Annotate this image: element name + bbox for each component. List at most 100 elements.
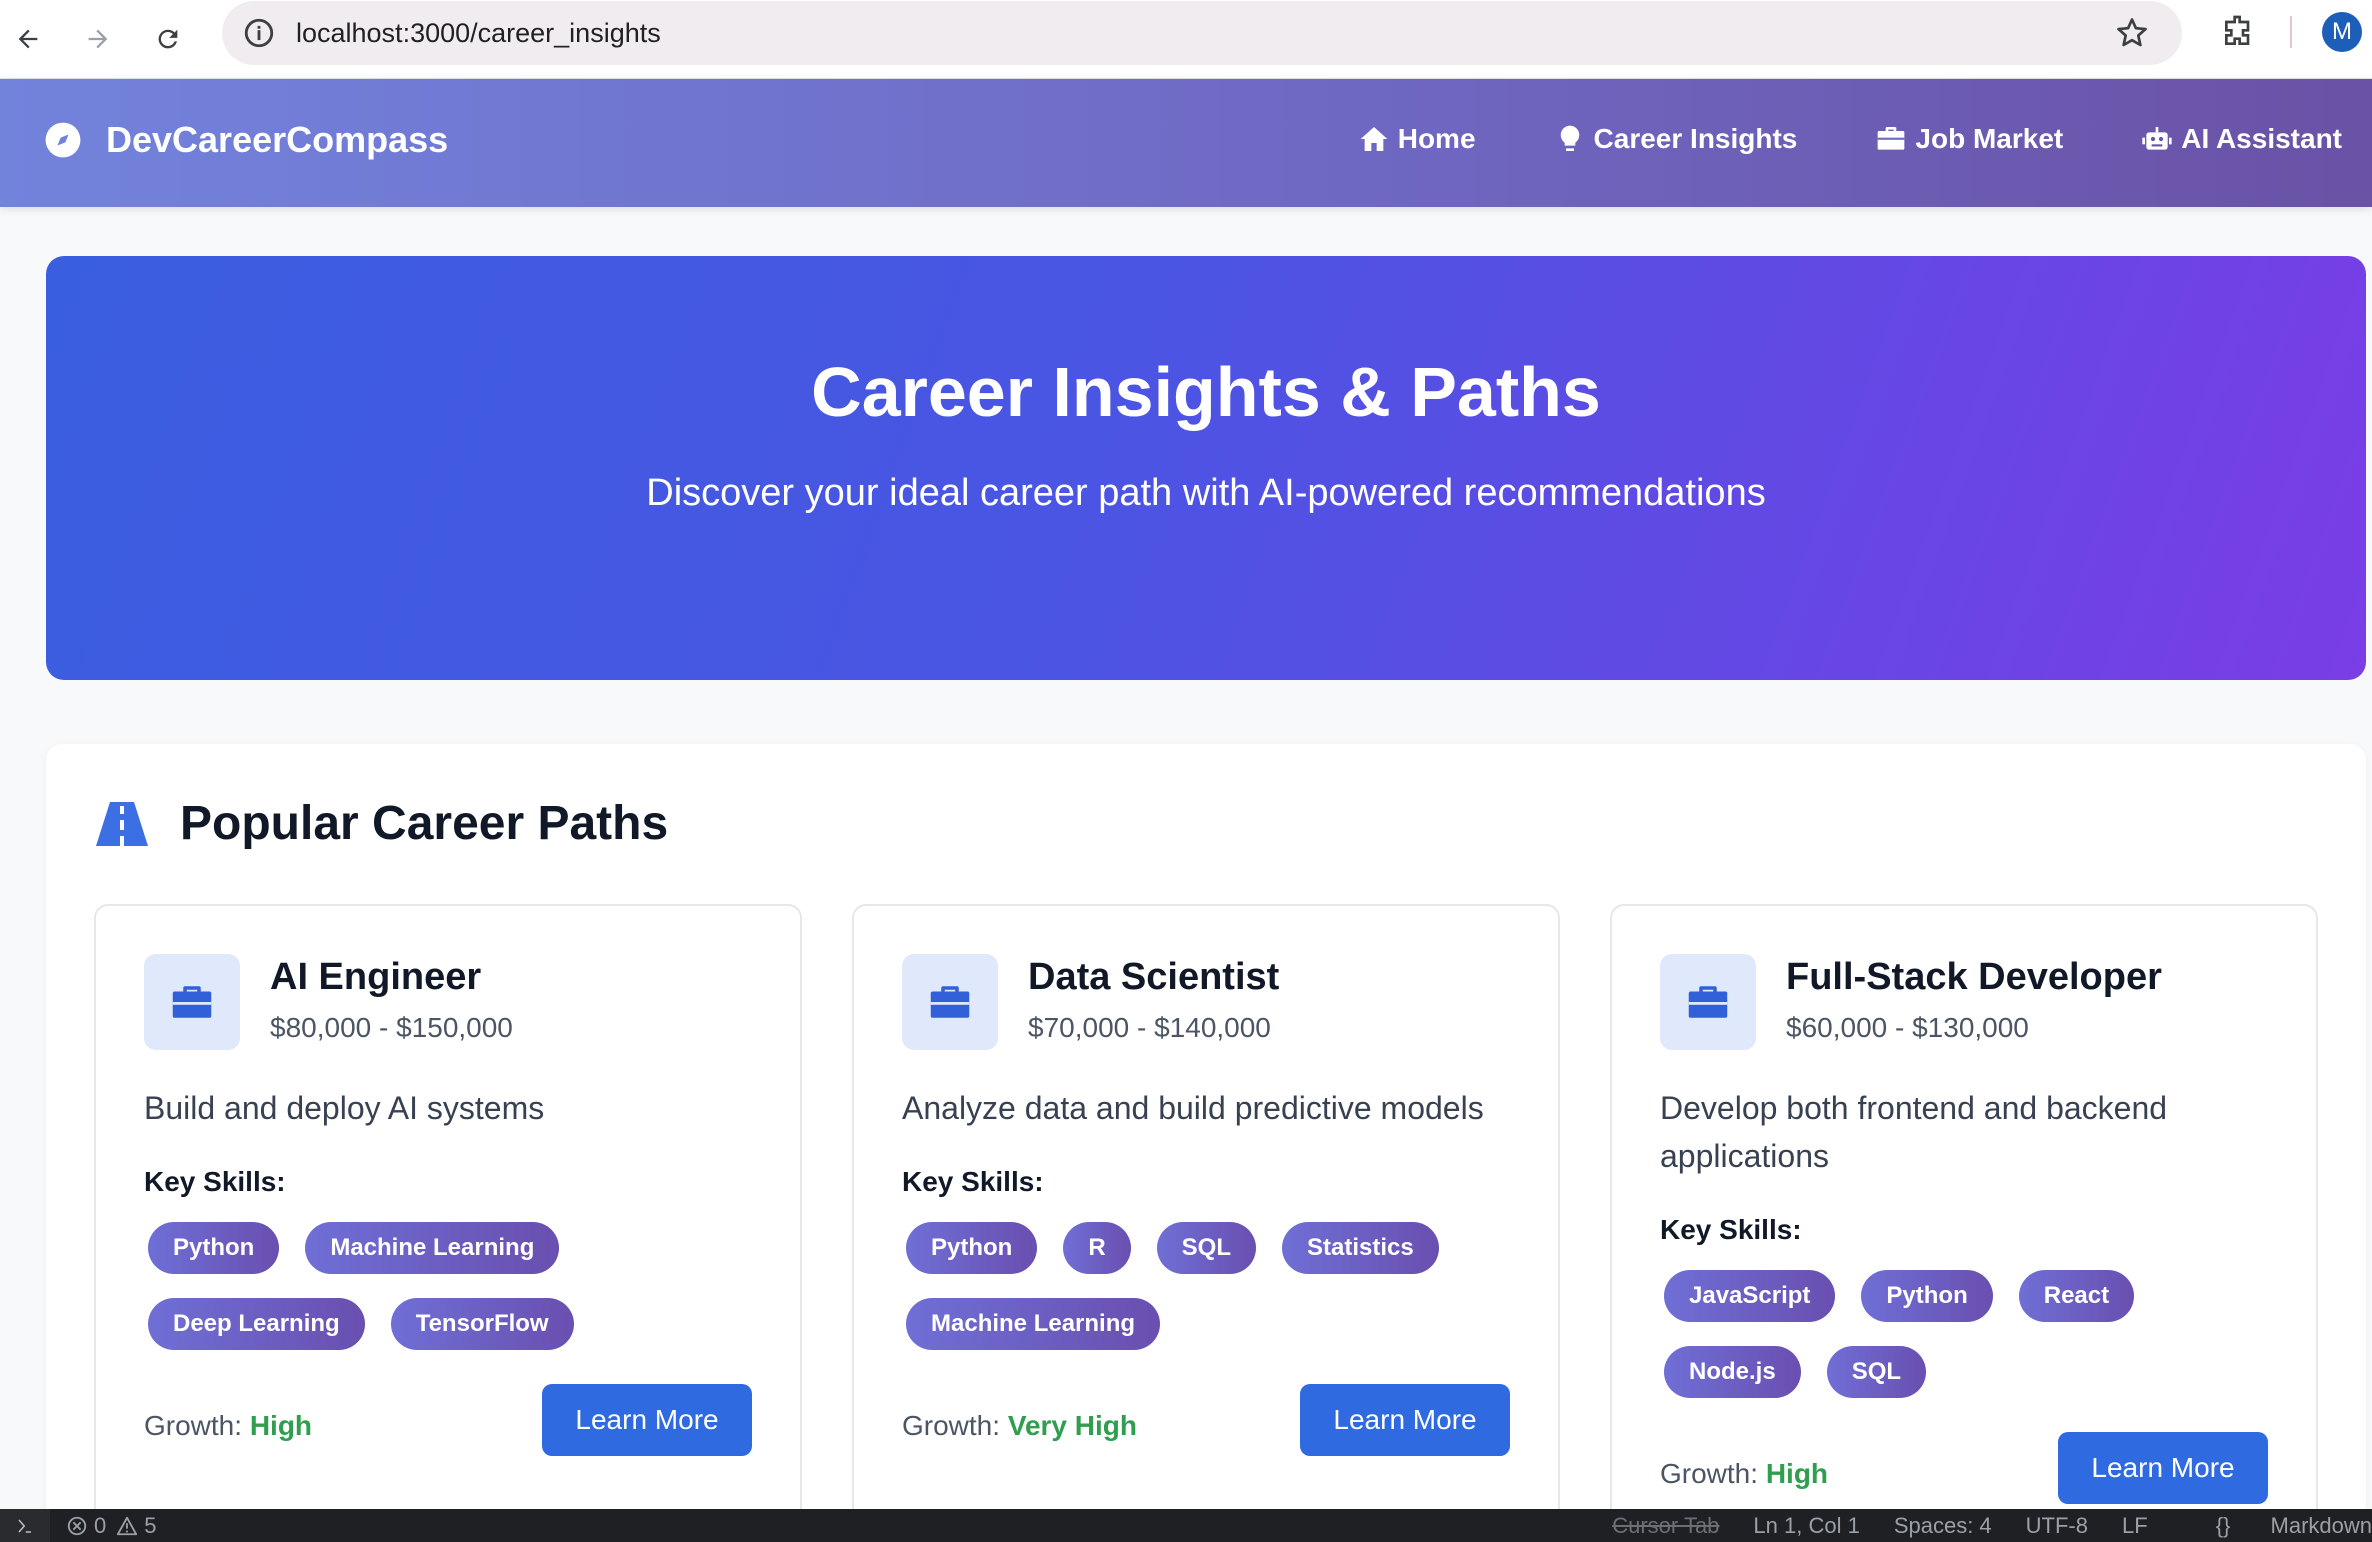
- toolbar-separator: [2290, 16, 2292, 48]
- braces-icon: {}: [2215, 1513, 2231, 1538]
- skill-tag: R: [1063, 1222, 1131, 1274]
- extensions-icon[interactable]: [2218, 12, 2258, 52]
- remote-indicator[interactable]: [0, 1509, 50, 1542]
- skills-label: Key Skills:: [144, 1166, 286, 1197]
- brand-name: DevCareerCompass: [106, 119, 449, 160]
- back-button[interactable]: [6, 17, 50, 61]
- card-title: AI Engineer: [270, 956, 482, 998]
- editor-status-bar: 0 5 Cursor Tab Ln 1, Col 1 Spaces: 4 UTF…: [0, 1509, 2372, 1542]
- skill-tag: Python: [1861, 1270, 1993, 1322]
- skill-tag: Deep Learning: [148, 1298, 365, 1350]
- language-mode[interactable]: {} Markdown: [2182, 1513, 2372, 1539]
- robot-icon: [2142, 127, 2172, 150]
- skill-tag: React: [2018, 1270, 2135, 1322]
- forward-button[interactable]: [76, 17, 120, 61]
- info-icon[interactable]: [242, 16, 276, 50]
- skill-tag: SQL: [1826, 1346, 1927, 1398]
- skill-tag: Python: [906, 1222, 1038, 1274]
- skill-tag: JavaScript: [1664, 1270, 1836, 1322]
- card-title: Data Scientist: [1028, 956, 1280, 998]
- growth-value: High: [1765, 1458, 1829, 1489]
- road-icon: [96, 801, 148, 846]
- nav-home-label: Home: [1397, 123, 1476, 154]
- hero-title: Career Insights & Paths: [811, 353, 1601, 431]
- career-card: Full-Stack Developer $60,000 - $130,000 …: [1610, 904, 2318, 1542]
- arrow-right-icon: [88, 29, 108, 49]
- card-title: Full-Stack Developer: [1786, 956, 2162, 998]
- nav-ai-assistant[interactable]: AI Assistant: [2141, 123, 2342, 155]
- learn-more-button[interactable]: Learn More: [542, 1384, 752, 1456]
- error-count: 0: [94, 1513, 107, 1538]
- profile-avatar[interactable]: M: [2322, 12, 2362, 52]
- skills-label: Key Skills:: [902, 1166, 1044, 1197]
- skills-list: JavaScript Python React Node.js SQL: [1660, 1270, 2280, 1422]
- growth-label: Growth:: [902, 1410, 1001, 1441]
- nav-career-insights-label: Career Insights: [1593, 123, 1798, 154]
- skills-label: Key Skills:: [1660, 1214, 1802, 1245]
- growth-indicator: Growth: Very High: [902, 1410, 1137, 1442]
- skill-tag: SQL: [1156, 1222, 1257, 1274]
- card-description: Analyze data and build predictive models: [902, 1090, 1484, 1126]
- status-items: Cursor Tab Ln 1, Col 1 Spaces: 4 UTF-8 L…: [1578, 1513, 2372, 1539]
- growth-value: Very High: [1007, 1410, 1137, 1441]
- compass-icon: [45, 122, 81, 158]
- address-bar[interactable]: localhost:3000/career_insights: [222, 1, 2182, 65]
- problems-indicator[interactable]: 0 5: [66, 1513, 157, 1539]
- briefcase-icon: [172, 986, 212, 1018]
- growth-indicator: Growth: High: [144, 1410, 312, 1442]
- cursor-position[interactable]: Ln 1, Col 1: [1753, 1513, 1859, 1539]
- encoding[interactable]: UTF-8: [2026, 1513, 2088, 1539]
- card-icon-box: [902, 954, 998, 1050]
- skills-list: Python Machine Learning Deep Learning Te…: [144, 1222, 764, 1374]
- app-navbar: DevCareerCompass Home Career Insights Jo…: [0, 79, 2372, 207]
- growth-label: Growth:: [144, 1410, 243, 1441]
- learn-more-button[interactable]: Learn More: [1300, 1384, 1510, 1456]
- arrow-left-icon: [18, 29, 38, 49]
- skills-list: Python R SQL Statistics Machine Learning: [902, 1222, 1522, 1374]
- section-heading: Popular Career Paths: [94, 796, 668, 851]
- card-salary: $80,000 - $150,000: [270, 1012, 513, 1043]
- warning-count: 5: [144, 1513, 157, 1538]
- skill-tag: Node.js: [1664, 1346, 1801, 1398]
- nav-links: Home Career Insights Job Market AI Assis…: [1280, 123, 2342, 155]
- growth-indicator: Growth: High: [1660, 1458, 1828, 1490]
- skill-tag: Statistics: [1282, 1222, 1439, 1274]
- skill-tag: Python: [148, 1222, 280, 1274]
- reload-button[interactable]: [146, 17, 190, 61]
- card-icon-box: [144, 954, 240, 1050]
- lightbulb-icon: [1560, 125, 1579, 151]
- nav-job-market[interactable]: Job Market: [1875, 123, 2063, 155]
- nav-job-market-label: Job Market: [1915, 123, 2064, 154]
- learn-more-button[interactable]: Learn More: [2058, 1432, 2268, 1504]
- remote-icon: [18, 1519, 31, 1533]
- line-ending[interactable]: LF: [2122, 1513, 2148, 1539]
- card-icon-box: [1660, 954, 1756, 1050]
- language-label: Markdown: [2270, 1513, 2372, 1538]
- skill-tag: Machine Learning: [305, 1222, 560, 1274]
- career-paths-section: Popular Career Paths AI Engineer $80,000…: [46, 744, 2366, 1542]
- section-title: Popular Career Paths: [180, 797, 669, 850]
- skill-tag: Machine Learning: [906, 1298, 1161, 1350]
- nav-ai-assistant-label: AI Assistant: [2181, 123, 2342, 154]
- hero-banner: Career Insights & Paths Discover your id…: [46, 256, 2366, 680]
- briefcase-icon: [1878, 127, 1905, 150]
- reload-icon: [158, 29, 178, 49]
- card-description: Develop both frontend and backend applic…: [1660, 1090, 2168, 1174]
- card-description: Build and deploy AI systems: [144, 1090, 545, 1126]
- nav-home[interactable]: Home: [1358, 123, 1476, 155]
- skill-tag: TensorFlow: [390, 1298, 574, 1350]
- growth-value: High: [249, 1410, 313, 1441]
- url-text[interactable]: localhost:3000/career_insights: [296, 18, 661, 49]
- career-card: AI Engineer $80,000 - $150,000 Build and…: [94, 904, 802, 1542]
- warning-icon: [117, 1516, 138, 1536]
- hero-subtitle: Discover your ideal career path with AI-…: [646, 472, 1766, 514]
- cursor-tab-status[interactable]: Cursor Tab: [1612, 1513, 1719, 1539]
- indentation[interactable]: Spaces: 4: [1894, 1513, 1992, 1539]
- briefcase-icon: [1688, 986, 1728, 1018]
- card-salary: $70,000 - $140,000: [1028, 1012, 1271, 1043]
- bookmark-star-icon[interactable]: [2114, 15, 2150, 51]
- nav-career-insights[interactable]: Career Insights: [1554, 123, 1798, 155]
- career-card: Data Scientist $70,000 - $140,000 Analyz…: [852, 904, 1560, 1542]
- card-salary: $60,000 - $130,000: [1786, 1012, 2029, 1043]
- brand-logo[interactable]: DevCareerCompass: [44, 119, 448, 161]
